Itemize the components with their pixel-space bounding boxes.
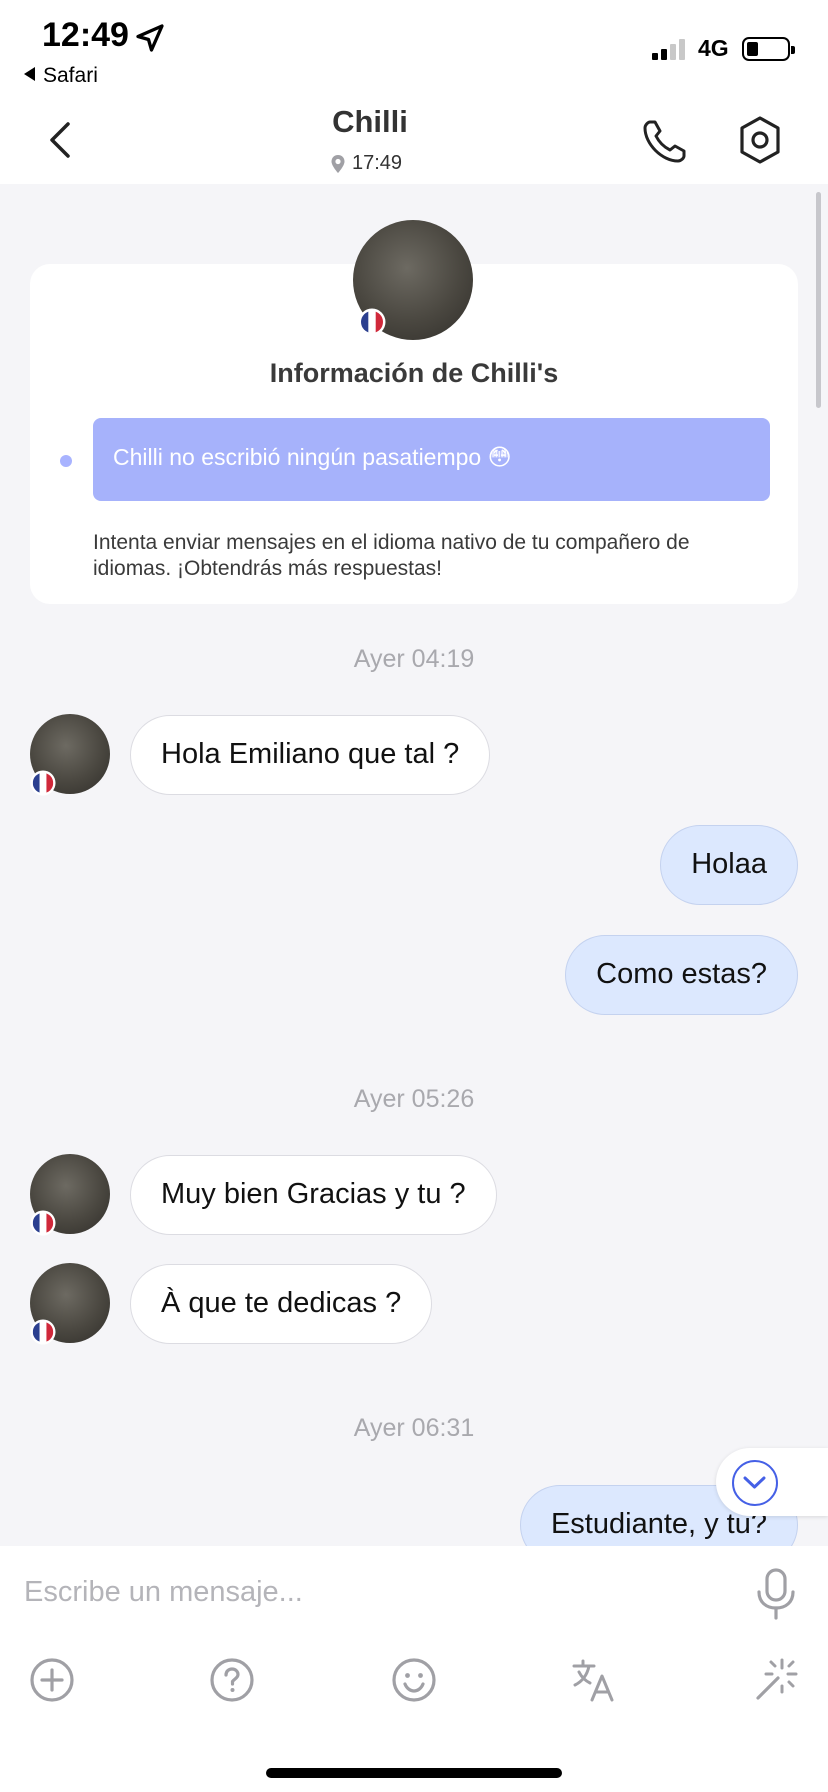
- status-bar: 12:49 Safari 4G: [0, 0, 828, 96]
- timestamp: Ayer 06:31: [353, 1414, 475, 1442]
- phone-icon[interactable]: [640, 116, 690, 166]
- outgoing-message[interactable]: Como estas?: [565, 935, 798, 1015]
- hobby-banner: Chilli no escribió ningún pasatiempo 😳: [93, 418, 770, 501]
- back-to-app[interactable]: Safari: [24, 64, 98, 88]
- battery-nub: [791, 46, 795, 54]
- info-card-title: Información de Chilli's: [269, 358, 559, 388]
- france-flag-icon: [358, 308, 386, 336]
- chevron-down-icon: [743, 1476, 766, 1489]
- status-time: 12:49: [42, 16, 129, 54]
- back-triangle-icon: [24, 67, 35, 81]
- bullet-dot: [60, 455, 72, 467]
- france-flag-icon: [30, 770, 56, 796]
- timestamp: Ayer 05:26: [353, 1085, 475, 1113]
- incoming-message[interactable]: Hola Emiliano que tal ?: [130, 715, 491, 795]
- france-flag-icon: [30, 1210, 56, 1236]
- settings-icon[interactable]: [736, 114, 784, 166]
- battery-icon: [742, 37, 795, 61]
- local-time-text: 17:49: [352, 152, 403, 174]
- location-pin-icon: [331, 154, 345, 173]
- incoming-message[interactable]: Muy bien Gracias y tu ?: [130, 1155, 497, 1235]
- smiley-icon[interactable]: [390, 1656, 438, 1704]
- chat-header: Chilli 17:49: [0, 96, 828, 184]
- contact-local-time: 17:49: [330, 152, 402, 175]
- timestamp: Ayer 04:19: [353, 645, 475, 673]
- language-tip: Intenta enviar mensajes en el idioma nat…: [93, 531, 690, 580]
- question-circle-icon[interactable]: [208, 1656, 256, 1704]
- home-indicator[interactable]: [266, 1768, 562, 1778]
- magic-wand-icon[interactable]: [752, 1656, 800, 1704]
- plus-circle-icon[interactable]: [28, 1656, 76, 1704]
- translate-icon[interactable]: [570, 1656, 618, 1704]
- scroll-circle: [732, 1460, 778, 1506]
- scroll-to-bottom-button[interactable]: [716, 1448, 828, 1516]
- location-arrow-icon: [136, 24, 164, 52]
- contact-name[interactable]: Chilli: [0, 104, 740, 140]
- signal-icon: [652, 39, 685, 60]
- incoming-message[interactable]: À que te dedicas ?: [130, 1264, 433, 1344]
- france-flag-icon: [30, 1319, 56, 1345]
- message-composer: [0, 1546, 828, 1792]
- battery-level: [747, 42, 758, 56]
- message-clip: Estudiante, y tu?: [0, 1470, 828, 1546]
- microphone-icon[interactable]: [752, 1566, 800, 1622]
- message-input[interactable]: [24, 1564, 724, 1620]
- network-type: 4G: [698, 35, 729, 61]
- back-app-label: Safari: [43, 64, 98, 87]
- outgoing-message[interactable]: Holaa: [660, 825, 798, 905]
